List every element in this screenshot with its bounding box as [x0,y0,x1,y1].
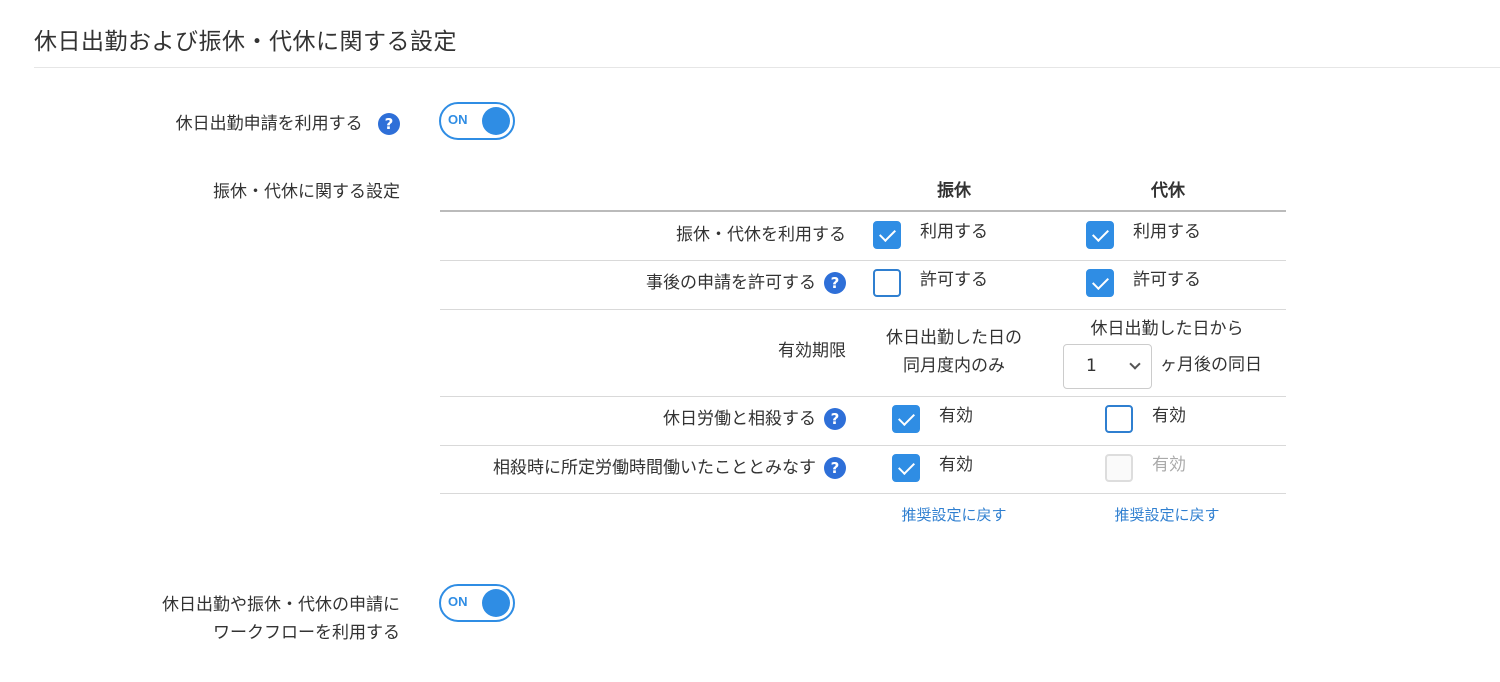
daikyu-reset-link[interactable]: 推奨設定に戻す [1087,504,1247,525]
toggle-on-text: ON [448,112,468,127]
holiday-work-label-text: 休日出勤申請を利用する [175,114,363,134]
row-label-deemed-work-text: 相殺時に所定労働時間働いたこととみなす [493,458,816,478]
row-divider [440,260,1286,261]
daikyu-after-text: 許可する [1133,270,1201,290]
daikyu-deemed-checkbox [1105,454,1133,482]
workflow-toggle[interactable]: ON [439,584,515,622]
furikyu-offset-checkbox[interactable] [892,405,920,433]
row-label-use: 振休・代休を利用する [676,225,846,245]
daikyu-offset-checkbox[interactable] [1105,405,1133,433]
holiday-work-label: 休日出勤申請を利用する ? [176,110,400,138]
row-divider [440,445,1286,446]
row-label-after-application: 事後の申請を許可する? [646,270,846,296]
furikyu-use-checkbox[interactable] [873,221,901,249]
row-label-offset-text: 休日労働と相殺する [663,409,816,429]
furikyu-use-text: 利用する [920,222,988,242]
row-label-deemed-work: 相殺時に所定労働時間働いたこととみなす? [493,455,846,481]
daikyu-offset-text: 有効 [1152,406,1186,426]
furikyu-deemed-text: 有効 [939,455,973,475]
section-title: 休日出勤および振休・代休に関する設定 [34,29,457,55]
row-label-after-application-text: 事後の申請を許可する [646,273,816,293]
daikyu-after-checkbox[interactable] [1086,269,1114,297]
furikyu-after-text: 許可する [920,270,988,290]
furikyu-validity-line1: 休日出勤した日の [886,328,1022,348]
workflow-label: 休日出勤や振休・代休の申請に ワークフローを利用する [162,591,400,647]
daikyu-months-select[interactable]: 1 [1063,344,1152,389]
toggle-on-text: ON [448,594,468,609]
table-header-divider [440,210,1286,212]
furikyu-deemed-checkbox[interactable] [892,454,920,482]
help-icon[interactable]: ? [824,457,846,479]
substitute-settings-label: 振休・代休に関する設定 [213,182,400,202]
daikyu-use-checkbox[interactable] [1086,221,1114,249]
help-icon[interactable]: ? [378,113,400,135]
column-header-daikyu: 代休 [1151,181,1185,201]
row-divider [440,309,1286,310]
title-divider [34,67,1500,68]
daikyu-deemed-text: 有効 [1152,455,1186,475]
chevron-down-icon [1129,358,1141,370]
toggle-knob [482,107,510,135]
furikyu-after-checkbox[interactable] [873,269,901,297]
workflow-label-line2: ワークフローを利用する [213,623,400,643]
daikyu-months-value: 1 [1086,356,1097,376]
column-header-furikyu: 振休 [937,181,971,201]
daikyu-validity-line1: 休日出勤した日から [1090,319,1244,339]
daikyu-use-text: 利用する [1133,222,1201,242]
row-label-validity: 有効期限 [778,341,846,361]
daikyu-validity-suffix: ヶ月後の同日 [1160,355,1262,375]
furikyu-reset-link[interactable]: 推奨設定に戻す [874,504,1034,525]
furikyu-validity-line2: 同月度内のみ [903,356,1005,376]
holiday-work-toggle[interactable]: ON [439,102,515,140]
toggle-knob [482,589,510,617]
row-divider [440,493,1286,494]
furikyu-offset-text: 有効 [939,406,973,426]
help-icon[interactable]: ? [824,272,846,294]
row-label-offset: 休日労働と相殺する? [663,406,846,432]
help-icon[interactable]: ? [824,408,846,430]
workflow-label-line1: 休日出勤や振休・代休の申請に [162,595,400,615]
row-divider [440,396,1286,397]
